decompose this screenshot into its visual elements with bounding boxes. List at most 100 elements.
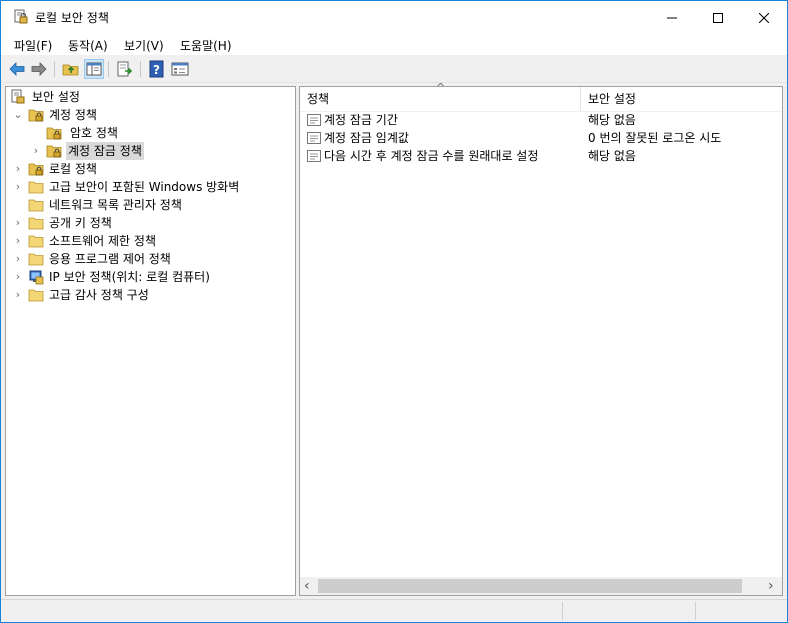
tree-label: 암호 정책	[70, 126, 118, 140]
window-title: 로컬 보안 정책	[35, 11, 109, 25]
minimize-button[interactable]	[649, 1, 695, 33]
tree-expander-placeholder	[12, 196, 24, 214]
folder-icon	[28, 235, 44, 248]
policy-name: 계정 잠금 임계값	[324, 131, 409, 145]
toolbar-separator	[54, 61, 55, 77]
tree-item-account-lockout-policy[interactable]: › 계정 잠금 정책	[30, 142, 290, 160]
policy-setting-icon	[307, 132, 321, 144]
close-button[interactable]	[741, 1, 787, 33]
policy-value: 해당 없음	[588, 149, 636, 163]
status-segment	[695, 602, 784, 620]
list-row[interactable]: 계정 잠금 임계값 0 번의 잘못된 로그온 시도	[306, 129, 776, 147]
export-list-button[interactable]	[115, 59, 135, 79]
console-tree-pane[interactable]: 보안 설정 ⌄ 계정 정책 암호 정책 › 계정 잠금 정책 › 로컬 정책 ›…	[5, 86, 296, 596]
chevron-right-icon[interactable]: ›	[12, 250, 24, 268]
toolbar-separator	[140, 61, 141, 77]
menu-file[interactable]: 파일(F)	[14, 37, 52, 54]
chevron-right-icon[interactable]: ›	[12, 268, 24, 286]
policy-value: 해당 없음	[588, 113, 636, 127]
tree-label: 소프트웨어 제한 정책	[49, 234, 156, 248]
tree-expander-placeholder	[30, 124, 42, 142]
folder-icon	[28, 199, 44, 212]
list-row[interactable]: 계정 잠금 기간 해당 없음	[306, 111, 776, 129]
folder-icon	[28, 217, 44, 230]
folder-icon	[28, 253, 44, 266]
tree-label: 고급 감사 정책 구성	[49, 288, 149, 302]
maximize-icon	[713, 12, 723, 23]
tree-item-advanced-audit[interactable]: › 고급 감사 정책 구성	[12, 286, 292, 304]
list-row[interactable]: 다음 시간 후 계정 잠금 수를 원래대로 설정 해당 없음	[306, 147, 776, 165]
chevron-right-icon[interactable]: ›	[12, 232, 24, 250]
toolbar: ?	[1, 56, 787, 83]
horizontal-scrollbar[interactable]: ‹ ›	[300, 577, 782, 595]
menu-view[interactable]: 보기(V)	[124, 37, 164, 54]
title-bar[interactable]: 로컬 보안 정책	[1, 1, 787, 33]
help-button[interactable]: ?	[147, 59, 167, 79]
locked-folder-icon	[46, 127, 62, 140]
menu-bar: 파일(F) 동작(A) 보기(V) 도움말(H)	[1, 33, 787, 55]
scroll-right-icon[interactable]: ›	[768, 577, 774, 595]
tree-item-local-policies[interactable]: › 로컬 정책	[12, 160, 292, 178]
policy-setting-icon	[307, 150, 321, 162]
forward-arrow-icon	[31, 62, 47, 76]
chevron-right-icon[interactable]: ›	[12, 160, 24, 178]
minimize-icon	[667, 17, 677, 18]
forward-button[interactable]	[29, 59, 49, 79]
tree-item-windows-firewall[interactable]: › 고급 보안이 포함된 Windows 방화벽	[12, 178, 292, 196]
folder-icon	[28, 289, 44, 302]
locked-folder-icon	[28, 163, 44, 176]
show-hide-tree-icon	[86, 62, 102, 76]
policy-name: 계정 잠금 기간	[324, 113, 398, 127]
tree-item-password-policy[interactable]: 암호 정책	[30, 124, 290, 142]
toolbar-separator	[108, 61, 109, 77]
tree-label: 네트워크 목록 관리자 정책	[49, 198, 182, 212]
policy-value: 0 번의 잘못된 로그온 시도	[588, 131, 722, 145]
back-button[interactable]	[7, 59, 27, 79]
chevron-right-icon[interactable]: ›	[12, 286, 24, 304]
tree-label: 공개 키 정책	[49, 216, 112, 230]
export-list-icon	[117, 61, 133, 77]
tree-item-ip-security[interactable]: › IP 보안 정책(위치: 로컬 컴퓨터)	[12, 268, 292, 286]
svg-text:?: ?	[153, 63, 160, 77]
folder-icon	[28, 181, 44, 194]
chevron-down-icon[interactable]: ⌄	[12, 106, 24, 124]
help-icon: ?	[149, 60, 164, 78]
tree-item-application-control[interactable]: › 응용 프로그램 제어 정책	[12, 250, 292, 268]
security-policy-app-icon	[14, 9, 28, 24]
scrollbar-thumb[interactable]	[318, 579, 742, 593]
show-hide-console-tree-button[interactable]	[84, 59, 104, 79]
security-settings-icon	[11, 89, 25, 104]
tree-item-software-restriction[interactable]: › 소프트웨어 제한 정책	[12, 232, 292, 250]
column-header-security-setting[interactable]: 보안 설정	[588, 87, 778, 111]
locked-folder-icon	[46, 145, 62, 158]
tree-item-account-policies[interactable]: ⌄ 계정 정책	[12, 106, 292, 124]
sort-ascending-icon: ^	[436, 81, 446, 94]
tree-item-public-key-policies[interactable]: › 공개 키 정책	[12, 214, 292, 232]
tree-label: 로컬 정책	[49, 162, 97, 176]
policy-setting-icon	[307, 114, 321, 126]
tree-item-network-list-manager[interactable]: 네트워크 목록 관리자 정책	[12, 196, 292, 214]
policy-name: 다음 시간 후 계정 잠금 수를 원래대로 설정	[324, 149, 539, 163]
details-list-pane[interactable]: 정책 ^ 보안 설정 계정 잠금 기간 해당 없음 계정 잠금 임계값 0 번의…	[299, 81, 783, 596]
properties-button[interactable]	[170, 59, 190, 79]
status-bar	[1, 599, 787, 622]
up-one-level-button[interactable]	[61, 59, 81, 79]
ip-security-icon	[29, 270, 44, 285]
chevron-right-icon[interactable]: ›	[12, 214, 24, 232]
menu-action[interactable]: 동작(A)	[68, 37, 108, 54]
tree-root-security-settings[interactable]: 보안 설정	[10, 88, 290, 106]
scroll-left-icon[interactable]: ‹	[304, 577, 310, 595]
tree-label: 고급 보안이 포함된 Windows 방화벽	[49, 180, 240, 194]
menu-help[interactable]: 도움말(H)	[180, 37, 232, 54]
chevron-right-icon[interactable]: ›	[12, 178, 24, 196]
chevron-right-icon[interactable]: ›	[30, 142, 42, 160]
tree-label: IP 보안 정책(위치: 로컬 컴퓨터)	[49, 270, 210, 284]
back-arrow-icon	[9, 62, 25, 76]
column-divider[interactable]	[580, 87, 581, 111]
properties-icon	[171, 62, 189, 76]
maximize-button[interactable]	[695, 1, 741, 33]
local-security-policy-window: 로컬 보안 정책 파일(F) 동작(A) 보기(V) 도움말(H) ? 보안 설…	[0, 0, 788, 623]
tree-label-selected: 계정 잠금 정책	[66, 142, 144, 160]
close-icon	[758, 12, 770, 23]
tree-label: 보안 설정	[32, 90, 80, 104]
